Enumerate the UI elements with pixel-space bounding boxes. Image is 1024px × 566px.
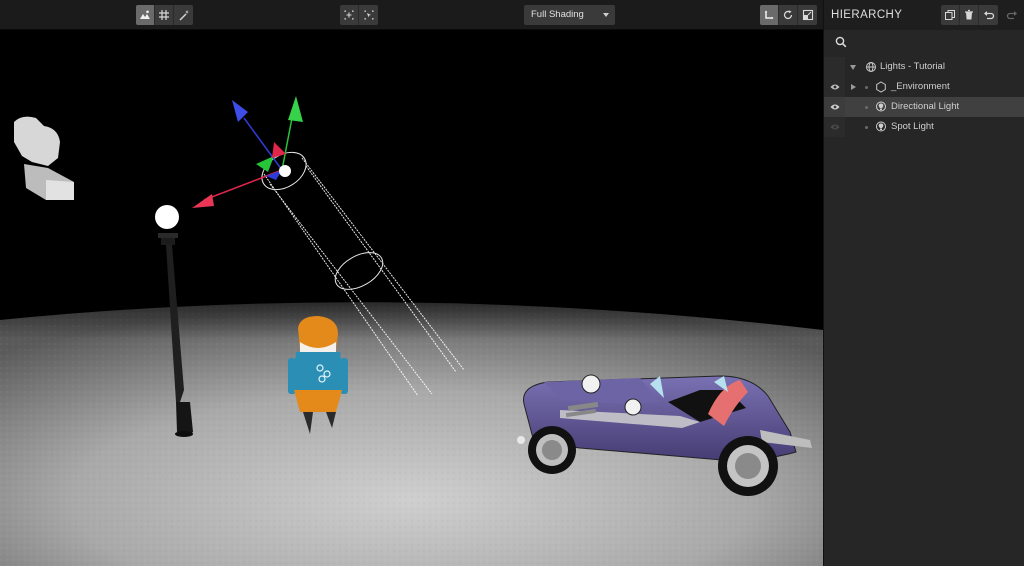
bullet-icon [865,86,868,89]
expand-arrow-icon[interactable] [851,84,856,90]
shading-mode-label: Full Shading [531,9,584,20]
redo-icon[interactable] [1003,5,1021,25]
scale-icon[interactable] [798,5,817,25]
chevron-down-icon [603,13,609,17]
camera-placeholder-object[interactable] [14,116,74,200]
tree-item-spot-light[interactable]: Spot Light [824,117,1024,137]
magic-wand-icon[interactable] [174,5,193,25]
trash-icon[interactable] [960,5,979,25]
hierarchy-tools [941,5,998,25]
undo-icon[interactable] [979,5,998,25]
light-icon [876,121,886,132]
tree-item-label: Spot Light [891,121,934,132]
tree-item-label: Directional Light [891,101,960,112]
transform-mode-group [760,5,817,25]
hierarchy-panel: HIERARCHY Lights - Tutorial _Environment… [823,0,1024,566]
search-icon [835,36,847,48]
visibility-column [824,57,845,77]
scene-canvas[interactable] [0,30,823,566]
shading-mode-select[interactable]: Full Shading [524,5,615,25]
bullet-icon [865,106,868,109]
tree-item-lights-tutorial[interactable]: Lights - Tutorial [824,57,1024,77]
translate-icon[interactable] [760,5,779,25]
transform-gizmo[interactable] [192,96,303,208]
tree-item-label: _Environment [891,81,950,92]
view-options-group [136,5,193,25]
hierarchy-search [824,31,1024,53]
eye-icon[interactable] [830,103,840,111]
eye-icon[interactable] [830,83,840,91]
light-icon [876,101,886,112]
y-axis-handle[interactable] [288,96,303,122]
landscape-icon[interactable] [136,5,155,25]
tree-item-label: Lights - Tutorial [880,61,945,72]
bullet-icon [865,126,868,129]
hierarchy-tree: Lights - Tutorial _Environment Direction… [824,57,1024,137]
scene-viewport[interactable]: Full Shading [0,0,823,566]
frame-focus-icon[interactable] [340,5,359,25]
panel-title: HIERARCHY [831,9,903,21]
tree-item-directional-light[interactable]: Directional Light [824,97,1024,117]
frame-selection-icon[interactable] [359,5,378,25]
grid-icon[interactable] [155,5,174,25]
expand-arrow-icon[interactable] [850,65,856,70]
search-input[interactable] [850,31,1020,52]
frame-group [340,5,378,25]
tree-item-environment[interactable]: _Environment [824,77,1024,97]
hexagon-icon [876,81,886,93]
globe-icon [866,62,876,72]
z-axis-handle[interactable] [232,100,248,122]
viewport-toolbar: Full Shading [0,0,823,30]
rotate-icon[interactable] [779,5,798,25]
eye-hidden-icon[interactable] [830,123,840,131]
hierarchy-header: HIERARCHY [824,0,1024,30]
duplicate-icon[interactable] [941,5,960,25]
x-axis-handle[interactable] [192,194,214,208]
